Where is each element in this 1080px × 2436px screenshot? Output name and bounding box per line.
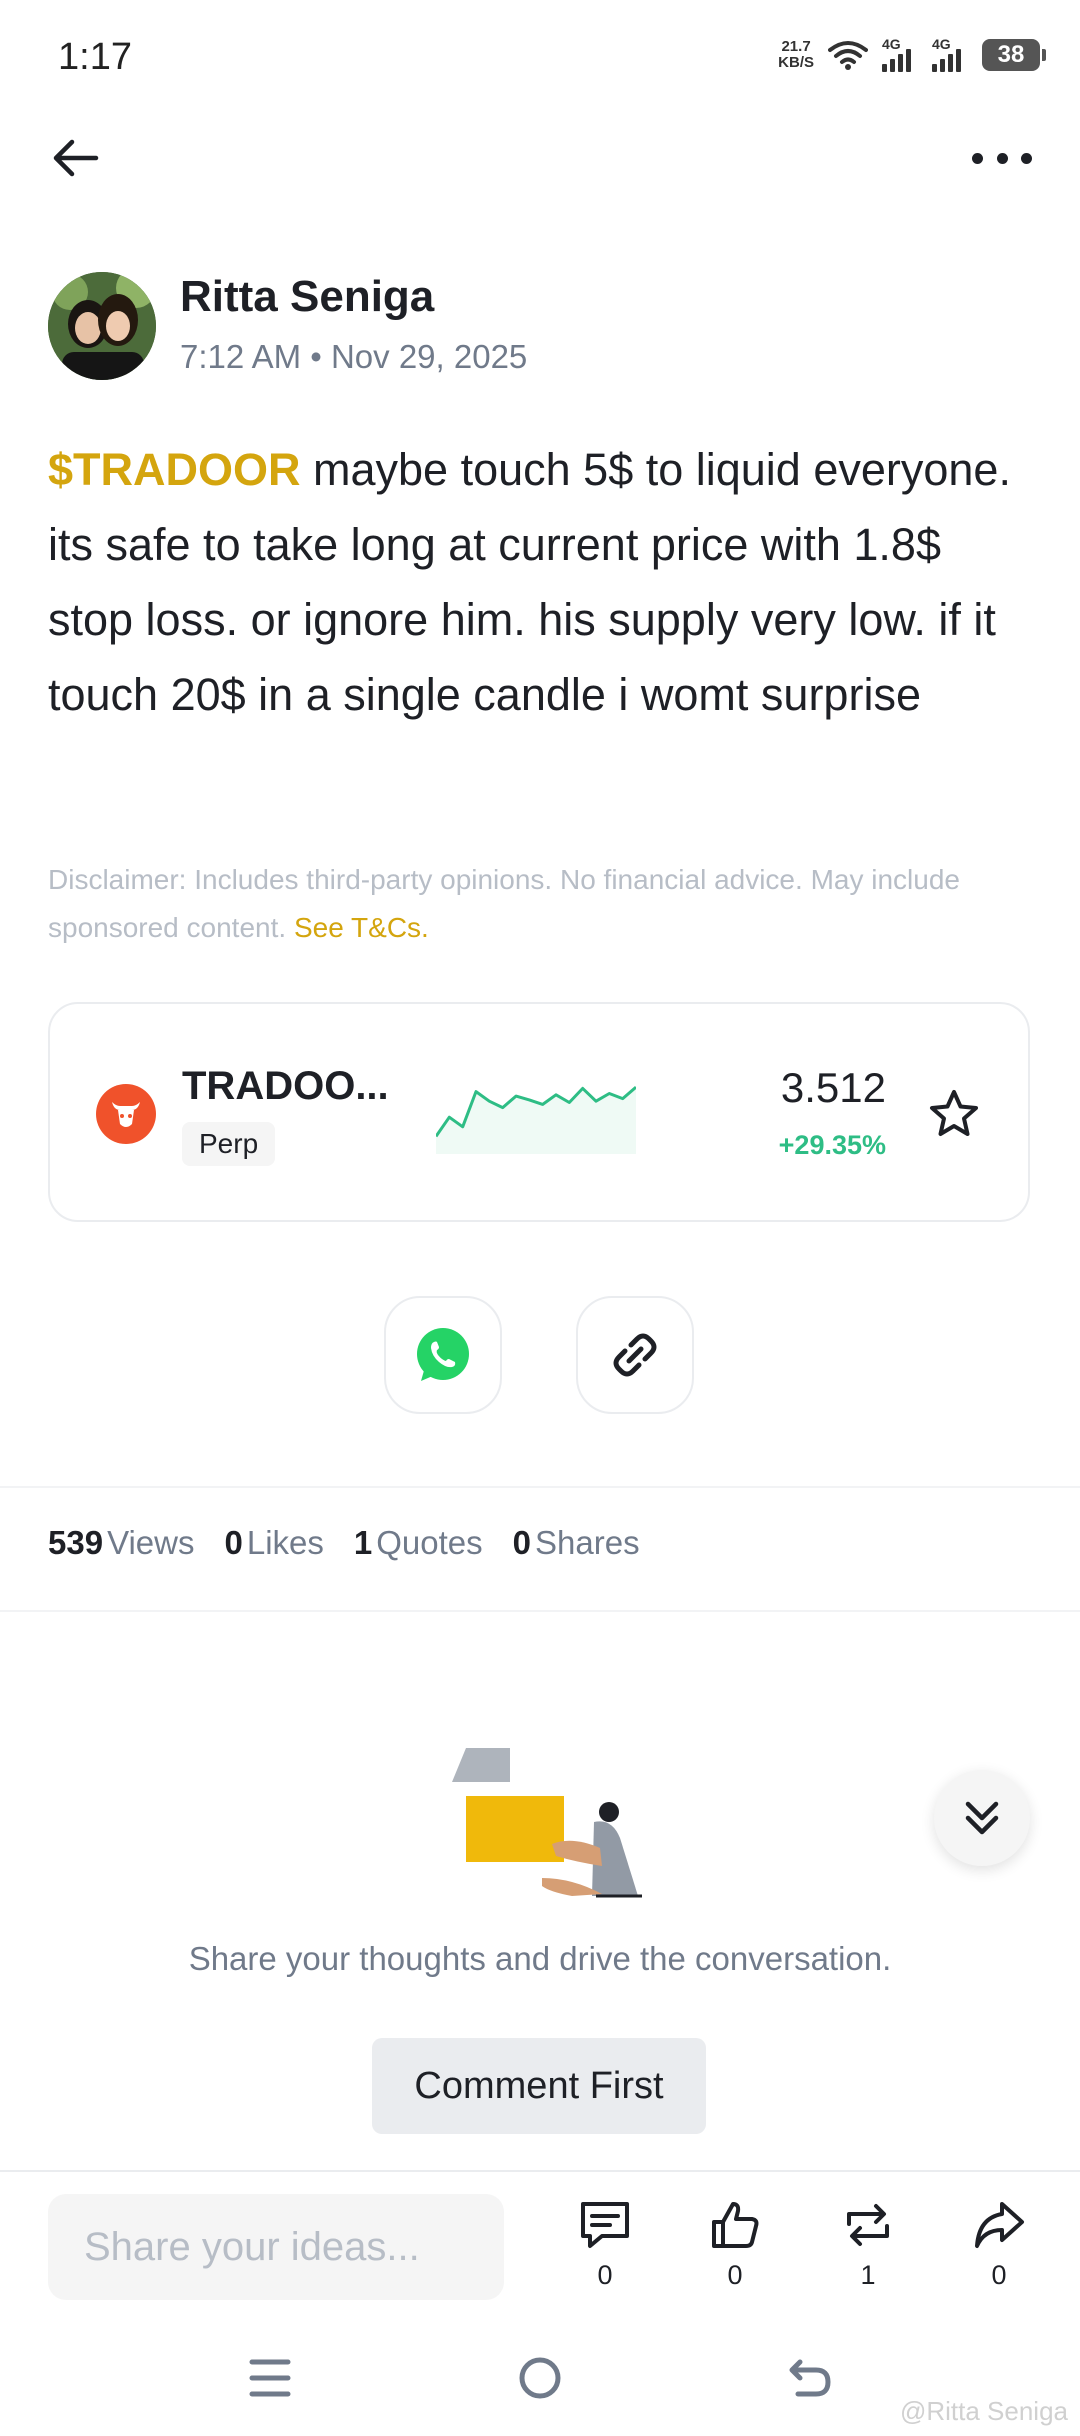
copy-link-button[interactable] — [576, 1296, 694, 1414]
network-speed-unit: KB/S — [778, 54, 814, 71]
signal-1-label: 4G — [882, 36, 901, 52]
like-count: 0 — [727, 2260, 743, 2290]
status-time: 1:17 — [58, 36, 132, 78]
link-icon — [613, 1333, 657, 1377]
token-price: 3.512 — [780, 1064, 886, 1111]
network-speed-value: 21.7 — [781, 38, 811, 55]
signal-2-label: 4G — [932, 36, 951, 52]
comment-icon — [581, 2202, 629, 2248]
post-timestamp: 7:12 AM • Nov 29, 2025 — [180, 338, 528, 375]
comment-button[interactable]: 0 — [560, 2198, 650, 2298]
like-button[interactable]: 0 — [690, 2198, 780, 2298]
post-stats: 539 Views 0 Likes 1 Quotes 0 Shares — [48, 1524, 640, 1562]
avatar-photo — [48, 272, 156, 380]
battery-icon: 38 — [982, 39, 1046, 71]
whatsapp-icon — [417, 1328, 469, 1381]
thumbs-up-icon — [712, 2202, 759, 2248]
menu-icon[interactable] — [240, 2348, 300, 2408]
double-chevron-down-icon — [965, 1801, 999, 1835]
token-card[interactable]: TRADOO... Perp 3.512 +29.35% — [48, 1002, 1030, 1222]
token-name: TRADOO... — [182, 1064, 389, 1108]
post-body: $TRADOOR maybe touch 5$ to liquid everyo… — [48, 432, 1038, 732]
repost-button[interactable]: 1 — [823, 2198, 913, 2298]
cell-signal-2-icon: 4G — [932, 36, 968, 72]
star-outline-icon[interactable] — [928, 1088, 980, 1140]
arrow-left-icon[interactable] — [48, 130, 104, 186]
author-name[interactable]: Ritta Seniga — [180, 272, 434, 322]
stat-views[interactable]: 539 Views — [48, 1524, 195, 1562]
cell-signal-1-icon: 4G — [882, 36, 918, 72]
share-count: 0 — [991, 2260, 1007, 2290]
repost-count: 1 — [860, 2260, 876, 2290]
whatsapp-share-button[interactable] — [384, 1296, 502, 1414]
token-type-badge: Perp — [182, 1122, 276, 1166]
status-bar: 1:17 21.7 KB/S 4G 4G 38 — [0, 0, 1080, 120]
comment-count: 0 — [597, 2260, 613, 2290]
comment-first-button[interactable]: Comment First — [372, 2038, 706, 2134]
token-logo-icon — [96, 1084, 156, 1144]
terms-link[interactable]: See T&Cs. — [294, 912, 429, 943]
network-speed: 21.7 KB/S — [778, 39, 814, 71]
token-change: +29.35% — [778, 1130, 886, 1160]
token-sparkline — [436, 1085, 636, 1154]
disclaimer: Disclaimer: Includes third-party opinion… — [48, 856, 1038, 952]
comment-input[interactable] — [48, 2194, 504, 2300]
share-arrow-icon — [975, 2202, 1024, 2248]
disclaimer-text: Disclaimer: Includes third-party opinion… — [48, 864, 960, 943]
share-button[interactable]: 0 — [954, 2198, 1044, 2298]
stat-likes[interactable]: 0 Likes — [225, 1524, 324, 1562]
divider — [0, 1610, 1080, 1612]
post-ticker-link[interactable]: $TRADOOR — [48, 444, 301, 495]
bottom-action-bar: 0 0 1 0 — [0, 2170, 1080, 2310]
wifi-icon — [828, 41, 868, 70]
scroll-down-button[interactable] — [934, 1770, 1030, 1866]
stat-shares[interactable]: 0 Shares — [513, 1524, 640, 1562]
divider — [0, 1486, 1080, 1488]
watermark: @Ritta Seniga — [899, 2396, 1068, 2426]
stat-quotes[interactable]: 1 Quotes — [354, 1524, 483, 1562]
back-icon[interactable] — [780, 2348, 840, 2408]
avatar[interactable] — [48, 272, 156, 380]
status-icons: 21.7 KB/S 4G 4G 38 — [778, 36, 1046, 72]
repost-icon — [847, 2204, 889, 2246]
empty-state-text: Share your thoughts and drive the conver… — [188, 1940, 892, 1977]
empty-comments-illustration — [452, 1748, 642, 1898]
home-circle-icon[interactable] — [510, 2348, 570, 2408]
more-horizontal-icon[interactable] — [972, 140, 1032, 176]
